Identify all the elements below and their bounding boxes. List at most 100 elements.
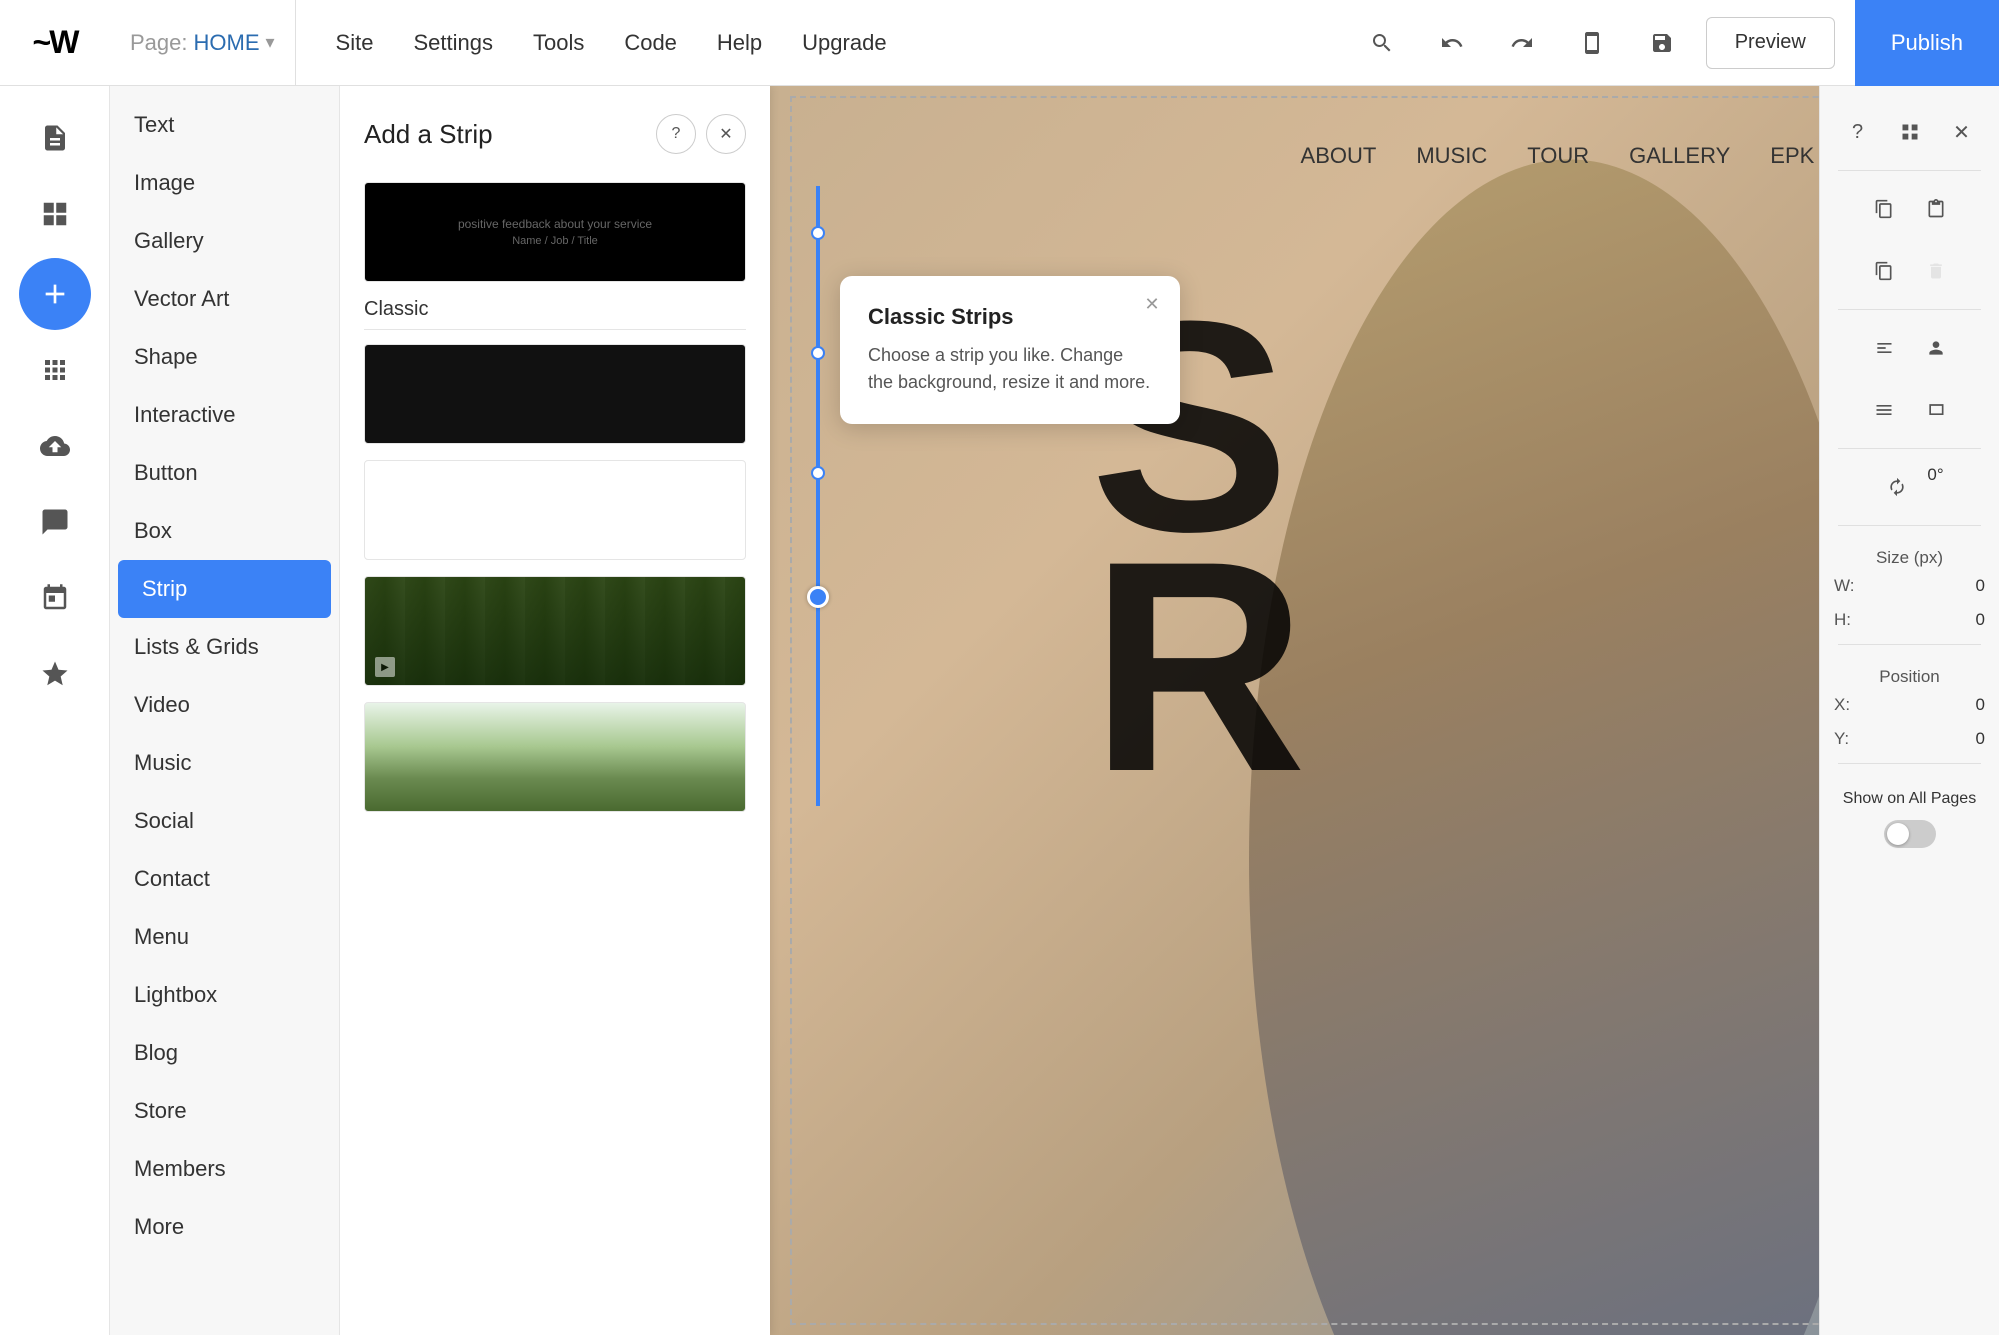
rp-top-row-1: ? ✕ (1824, 102, 1996, 162)
menu-item-vectorart[interactable]: Vector Art (110, 270, 339, 328)
rotation-value: 0° (1927, 465, 1943, 509)
x-label: X: (1834, 695, 1862, 715)
add-panel: Text Image Gallery Vector Art Shape Inte… (110, 86, 770, 1335)
nav-about[interactable]: ABOUT (1301, 143, 1377, 169)
site-nav: ABOUT MUSIC TOUR GALLERY EPK CONTACT (770, 116, 1999, 196)
page-selector[interactable]: Page: HOME ▾ (110, 0, 296, 85)
height-row: H: 0 (1820, 604, 1999, 636)
show-on-all-pages-label: Show on All Pages (1829, 788, 1990, 810)
pen-icon-btn[interactable] (19, 638, 91, 710)
rp-top-row-4 (1850, 318, 1970, 378)
mobile-view-button[interactable] (1566, 17, 1618, 69)
nav-code[interactable]: Code (624, 30, 677, 56)
preview-button[interactable]: Preview (1706, 17, 1835, 69)
sections-icon-btn[interactable] (19, 178, 91, 250)
rp-arrange-button[interactable] (1862, 388, 1906, 432)
nav-settings[interactable]: Settings (413, 30, 493, 56)
rp-close-button[interactable]: ✕ (1940, 110, 1984, 154)
menu-item-shape[interactable]: Shape (110, 328, 339, 386)
tooltip-close-button[interactable]: ✕ (1138, 290, 1166, 318)
connector-dot-2 (811, 346, 825, 360)
menu-item-interactive[interactable]: Interactive (110, 386, 339, 444)
header-buttons: ? ✕ (656, 114, 746, 154)
rp-rotation-row: 0° (1863, 457, 1955, 517)
menu-item-image[interactable]: Image (110, 154, 339, 212)
rp-top-row-3 (1850, 241, 1970, 301)
menu-item-social[interactable]: Social (110, 792, 339, 850)
redo-button[interactable] (1496, 17, 1548, 69)
menu-item-gallery[interactable]: Gallery (110, 212, 339, 270)
rp-divider-2 (1838, 309, 1981, 310)
menu-item-store[interactable]: Store (110, 1082, 339, 1140)
undo-button[interactable] (1426, 17, 1478, 69)
strip-item-3[interactable] (364, 460, 746, 560)
rp-copy-button[interactable] (1862, 187, 1906, 231)
close-panel-button[interactable]: ✕ (706, 114, 746, 154)
strip-item-5[interactable] (364, 702, 746, 812)
nav-site[interactable]: Site (336, 30, 374, 56)
nav-tour[interactable]: TOUR (1527, 143, 1589, 169)
strip-item-2[interactable] (364, 344, 746, 444)
y-value: 0 (1868, 729, 1985, 749)
show-all-toggle[interactable] (1884, 820, 1936, 848)
hero-figure (1219, 146, 1919, 1335)
rp-divider-1 (1838, 170, 1981, 171)
tooltip-body: Choose a strip you like. Change the back… (868, 342, 1152, 396)
menu-item-listsgrids[interactable]: Lists & Grids (110, 618, 339, 676)
menu-item-box[interactable]: Box (110, 502, 339, 560)
nav-help[interactable]: Help (717, 30, 762, 56)
menu-item-strip[interactable]: Strip (118, 560, 331, 618)
help-button[interactable]: ? (656, 114, 696, 154)
add-strip-title: Add a Strip (364, 119, 493, 150)
menu-item-music[interactable]: Music (110, 734, 339, 792)
wix-logo: ~W (0, 24, 110, 61)
chat-icon-btn[interactable] (19, 486, 91, 558)
topbar-nav: Site Settings Tools Code Help Upgrade (296, 30, 1336, 56)
search-button[interactable] (1356, 17, 1408, 69)
menu-item-text[interactable]: Text (110, 96, 339, 154)
rp-question-button[interactable]: ? (1836, 110, 1880, 154)
rp-align-button[interactable] (1862, 326, 1906, 370)
nav-music[interactable]: MUSIC (1416, 143, 1487, 169)
menu-item-members[interactable]: Members (110, 1140, 339, 1198)
calendar-icon-btn[interactable] (19, 562, 91, 634)
menu-item-button[interactable]: Button (110, 444, 339, 502)
upload-icon-btn[interactable] (19, 410, 91, 482)
toggle-knob (1887, 823, 1909, 845)
rp-layout-button[interactable] (1914, 388, 1958, 432)
canvas: SR ABOUT MUSIC TOUR GALLERY EPK CONTACT … (770, 86, 1999, 1335)
rp-copy2-button[interactable] (1862, 249, 1906, 293)
add-element-button[interactable] (19, 258, 91, 330)
strip-item-1[interactable]: positive feedback about your service Nam… (364, 182, 746, 282)
publish-button[interactable]: Publish (1855, 0, 1999, 86)
nav-epk[interactable]: EPK (1770, 143, 1814, 169)
height-label: H: (1834, 610, 1862, 630)
rp-person-button[interactable] (1914, 326, 1958, 370)
menu-item-menu[interactable]: Menu (110, 908, 339, 966)
height-value: 0 (1868, 610, 1985, 630)
position-label: Position (1879, 667, 1939, 687)
menu-item-blog[interactable]: Blog (110, 1024, 339, 1082)
strip-item-4[interactable]: ▶ (364, 576, 746, 686)
menu-item-lightbox[interactable]: Lightbox (110, 966, 339, 1024)
right-panel: ? ✕ (1819, 86, 1999, 1335)
apps-icon-btn[interactable] (19, 334, 91, 406)
tooltip-title: Classic Strips (868, 304, 1152, 330)
section-classic-label: Classic (364, 298, 746, 330)
nav-upgrade[interactable]: Upgrade (802, 30, 886, 56)
nav-tools[interactable]: Tools (533, 30, 584, 56)
topbar-actions: Preview (1336, 17, 1855, 69)
nav-gallery[interactable]: GALLERY (1629, 143, 1730, 169)
pages-icon-btn[interactable] (19, 102, 91, 174)
add-strip-header: Add a Strip ? ✕ (364, 114, 746, 154)
rp-paste-button[interactable] (1914, 187, 1958, 231)
menu-item-more[interactable]: More (110, 1198, 339, 1256)
save-button[interactable] (1636, 17, 1688, 69)
rp-delete-button[interactable] (1914, 249, 1958, 293)
width-label: W: (1834, 576, 1862, 596)
rp-grid-button[interactable] (1888, 110, 1932, 154)
rp-divider-6 (1838, 763, 1981, 764)
size-label: Size (px) (1876, 548, 1943, 568)
menu-item-contact[interactable]: Contact (110, 850, 339, 908)
menu-item-video[interactable]: Video (110, 676, 339, 734)
